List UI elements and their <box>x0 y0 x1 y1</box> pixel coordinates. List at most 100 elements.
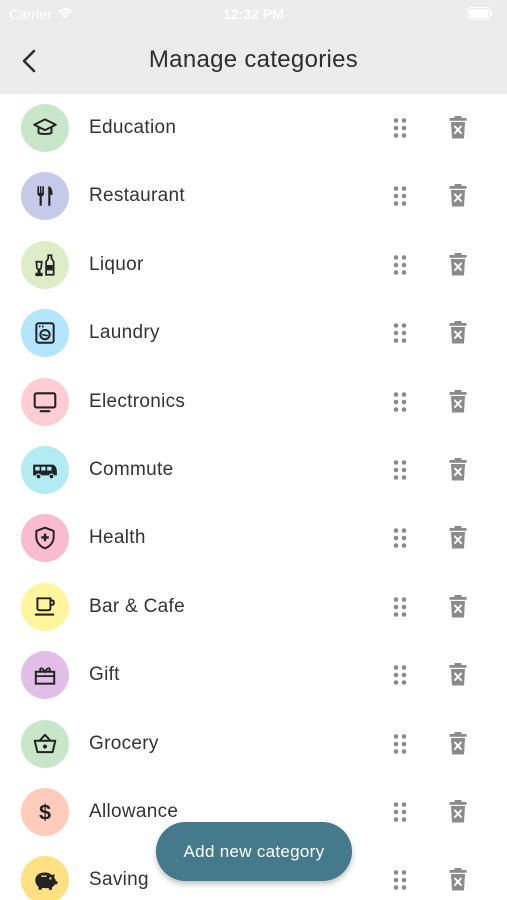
category-row[interactable]: Restaurant <box>0 162 507 230</box>
delete-category-button[interactable] <box>445 252 471 278</box>
bus-icon <box>31 457 59 483</box>
drag-handle-button[interactable] <box>387 525 413 551</box>
delete-category-button[interactable] <box>445 183 471 209</box>
shield-plus-icon <box>32 525 58 551</box>
drag-handle-button[interactable] <box>387 799 413 825</box>
washing-machine-icon <box>32 320 58 346</box>
coffee-cup-icon <box>32 594 58 620</box>
delete-category-button[interactable] <box>445 731 471 757</box>
category-row[interactable]: Liquor <box>0 231 507 299</box>
trash-icon <box>449 868 467 891</box>
trash-icon <box>449 389 467 413</box>
drag-handle-icon <box>393 802 407 822</box>
drag-handle-icon <box>393 118 407 138</box>
drag-handle-button[interactable] <box>387 662 413 688</box>
drag-handle-button[interactable] <box>387 320 413 346</box>
category-row[interactable]: Bar & Cafe <box>0 573 507 641</box>
category-icon-badge <box>21 719 69 768</box>
drag-handle-button[interactable] <box>387 389 413 415</box>
category-label: Liquor <box>89 253 144 275</box>
trash-icon <box>449 526 467 549</box>
drag-handle-icon <box>393 528 407 549</box>
drag-handle-button[interactable] <box>387 183 413 209</box>
delete-category-button[interactable] <box>445 457 471 483</box>
bottles-icon <box>32 252 58 278</box>
category-row[interactable]: Commute <box>0 436 507 504</box>
category-row[interactable]: Education <box>0 94 507 162</box>
category-label: Bar & Cafe <box>89 595 185 617</box>
trash-icon <box>449 184 467 207</box>
drag-handle-button[interactable] <box>387 867 413 893</box>
category-label: Laundry <box>89 322 160 344</box>
drag-handle-icon <box>393 596 407 617</box>
delete-category-button[interactable] <box>445 662 471 688</box>
delete-category-button[interactable] <box>445 320 471 346</box>
fork-knife-icon <box>32 183 58 209</box>
dollar-icon: $ <box>32 799 58 825</box>
delete-category-button[interactable] <box>445 867 471 893</box>
delete-category-button[interactable] <box>445 389 471 415</box>
drag-handle-icon <box>393 665 407 685</box>
page-title: Manage categories <box>148 46 359 73</box>
category-label: Education <box>89 117 177 138</box>
status-time: 12:32 PM <box>223 6 284 22</box>
delete-category-button[interactable] <box>445 594 471 620</box>
trash-icon <box>449 321 467 344</box>
svg-text:$: $ <box>39 800 51 825</box>
category-icon-badge <box>21 446 69 494</box>
trash-icon <box>449 800 467 823</box>
category-icon-badge <box>21 240 69 289</box>
drag-handle-button[interactable] <box>387 115 413 141</box>
gift-icon <box>32 662 58 688</box>
delete-category-button[interactable] <box>445 115 471 141</box>
monitor-icon <box>32 389 58 415</box>
category-icon-badge <box>21 172 69 221</box>
category-label: Commute <box>89 459 174 480</box>
drag-handle-button[interactable] <box>387 457 413 483</box>
drag-handle-icon <box>393 870 407 891</box>
category-label: Allowance <box>89 801 179 822</box>
category-row[interactable]: Grocery <box>0 710 507 778</box>
category-icon-badge <box>21 582 69 631</box>
delete-category-button[interactable] <box>445 799 471 825</box>
drag-handle-icon <box>393 733 407 754</box>
category-row[interactable]: Electronics <box>0 368 507 436</box>
category-label: Gift <box>89 664 120 686</box>
category-icon-badge <box>21 651 69 700</box>
battery-icon <box>467 7 493 23</box>
drag-handle-button[interactable] <box>387 731 413 757</box>
category-icon-badge <box>21 309 69 358</box>
category-icon-badge <box>21 104 69 152</box>
piggy-bank-icon <box>31 867 59 893</box>
category-icon-badge <box>21 377 69 426</box>
drag-handle-icon <box>393 391 407 412</box>
drag-handle-icon <box>393 460 407 480</box>
category-label: Electronics <box>89 390 186 412</box>
trash-icon <box>449 731 467 755</box>
drag-handle-button[interactable] <box>387 594 413 620</box>
drag-handle-icon <box>393 254 407 275</box>
category-label: Restaurant <box>89 185 185 207</box>
category-icon-badge <box>21 856 69 900</box>
category-icon-badge: $ <box>21 788 69 836</box>
graduation-cap-icon <box>32 115 58 141</box>
category-row[interactable]: Health <box>0 504 507 572</box>
delete-category-button[interactable] <box>445 525 471 551</box>
category-icon-badge <box>21 514 69 563</box>
category-list: Education Restaurant Liquor Laundry Electron… <box>0 94 507 900</box>
status-bar: Carrier 12:32 PM <box>0 0 507 28</box>
app-header: Manage categories <box>0 28 507 94</box>
add-category-button[interactable]: Add new category <box>156 822 352 881</box>
trash-icon <box>449 458 467 481</box>
category-row[interactable]: Gift <box>0 641 507 709</box>
drag-handle-icon <box>393 186 407 207</box>
trash-icon <box>449 252 467 276</box>
drag-handle-button[interactable] <box>387 252 413 278</box>
drag-handle-icon <box>393 323 407 343</box>
category-label: Health <box>89 527 146 549</box>
trash-icon <box>449 663 467 686</box>
category-label: Grocery <box>89 732 159 754</box>
trash-icon <box>449 116 467 139</box>
category-row[interactable]: Laundry <box>0 299 507 367</box>
trash-icon <box>449 594 467 618</box>
